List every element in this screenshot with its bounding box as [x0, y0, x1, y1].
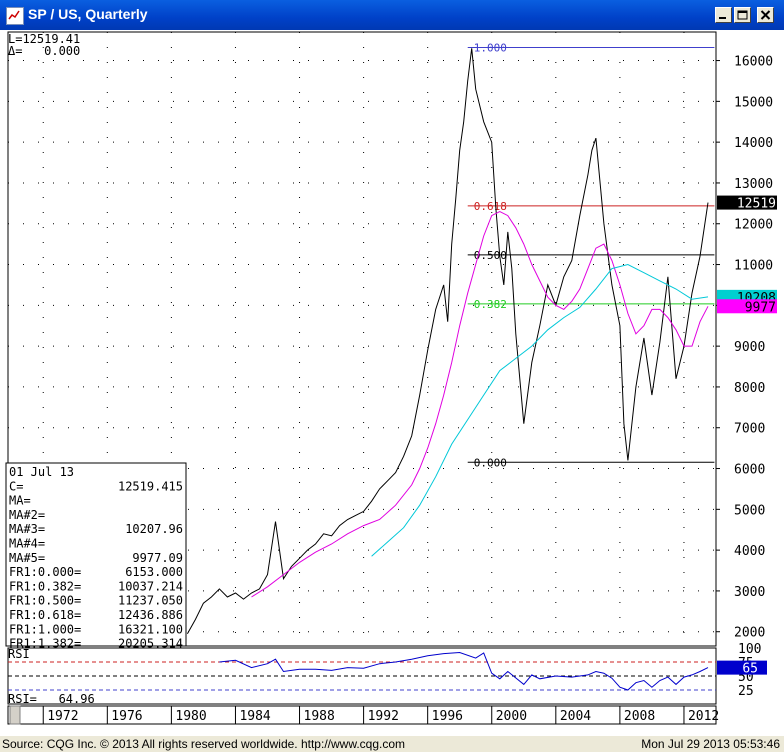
info-label: C=	[9, 479, 23, 493]
y-tick-label: 7000	[734, 422, 765, 437]
fib-label: 0.382	[474, 298, 507, 311]
info-label: 01 Jul 13	[9, 465, 74, 479]
info-label: MA#5=	[9, 551, 45, 565]
fib-label: 0.000	[474, 456, 507, 469]
x-tick-label: 1996	[432, 709, 463, 724]
source-credit: Source: CQG Inc. © 2013 All rights reser…	[2, 737, 406, 751]
info-label: FR1:0.500=	[9, 594, 81, 608]
info-value: 11237.050	[118, 594, 183, 608]
y-tick-label: 14000	[734, 136, 773, 151]
y-tick-label: 12000	[734, 218, 773, 233]
info-label: FR1:0.618=	[9, 608, 81, 622]
close-button[interactable]	[757, 7, 774, 23]
x-tick-label: 2012	[688, 709, 719, 724]
info-label: FR1:1.000=	[9, 622, 81, 636]
close-icon	[760, 10, 771, 20]
y-tick-label: 15000	[734, 95, 773, 110]
y-tick-label: 9000	[734, 340, 765, 355]
info-label: FR1:0.000=	[9, 565, 81, 579]
rsi-tick-label: 100	[738, 642, 761, 657]
info-value: 16321.100	[118, 622, 183, 636]
x-tick-label: 1976	[111, 709, 142, 724]
delta-readout: Δ= 0.000	[8, 44, 80, 58]
scroll-handle[interactable]	[9, 705, 21, 725]
x-tick-label: 2000	[496, 709, 527, 724]
window-title: SP / US, Quarterly	[28, 6, 148, 22]
info-value: 12519.415	[118, 479, 183, 493]
info-label: MA#2=	[9, 508, 45, 522]
status-bar: Source: CQG Inc. © 2013 All rights reser…	[0, 736, 784, 752]
maximize-icon	[737, 10, 748, 20]
y-tick-label: 4000	[734, 544, 765, 559]
window-titlebar: SP / US, Quarterly	[0, 0, 784, 30]
info-value: 9977.09	[132, 551, 183, 565]
info-value: 6153.000	[125, 565, 183, 579]
x-tick-label: 2008	[624, 709, 655, 724]
y-tick-label: 11000	[734, 259, 773, 274]
rsi-value-readout: RSI= 64.96	[8, 692, 95, 706]
y-tick-label: 8000	[734, 381, 765, 396]
info-value: 12436.886	[118, 608, 183, 622]
chart-area[interactable]: 1.000 0.618 0.500 0.382 0.000 2000 3000 4000 50…	[0, 30, 784, 736]
y-tick-label: 13000	[734, 177, 773, 192]
rsi-label: RSI	[8, 647, 30, 661]
x-tick-label: 1988	[304, 709, 335, 724]
y-tick-label: 5000	[734, 503, 765, 518]
x-tick-label: 1972	[47, 709, 78, 724]
info-value: 10207.96	[125, 522, 183, 536]
price-chart[interactable]: 1.0000.6180.5000.3820.000 20003000400050…	[0, 30, 784, 736]
y-tick-label: 16000	[734, 55, 773, 70]
fib-label: 0.618	[474, 200, 507, 213]
chart-app-icon	[6, 7, 24, 25]
info-label: FR1:0.382=	[9, 579, 81, 593]
ma5-tag: 9977	[745, 300, 776, 315]
info-label: MA#3=	[9, 522, 45, 536]
y-tick-label: 3000	[734, 585, 765, 600]
y-tick-label: 6000	[734, 463, 765, 478]
maximize-button[interactable]	[734, 7, 751, 23]
rsi-current-tag: 65	[742, 662, 758, 677]
x-tick-label: 1980	[175, 709, 206, 724]
info-value: 10037.214	[118, 579, 183, 593]
rsi-tick-label: 25	[738, 684, 754, 699]
fib-label: 1.000	[474, 41, 507, 54]
info-label: MA#4=	[9, 537, 45, 551]
last-price-tag: 12519	[737, 197, 776, 212]
minimize-icon	[719, 17, 726, 19]
timestamp: Mon Jul 29 2013 05:53:46	[641, 737, 780, 751]
x-tick-label: 1984	[239, 709, 270, 724]
info-panel: 01 Jul 13C= 12519.415 MA=MA#2=MA#3= 10207.9…	[5, 462, 187, 651]
x-tick-label: 2004	[560, 709, 591, 724]
y-tick-label: 2000	[734, 626, 765, 641]
minimize-button[interactable]	[715, 7, 732, 23]
info-label: MA=	[9, 494, 31, 508]
x-tick-label: 1992	[368, 709, 399, 724]
